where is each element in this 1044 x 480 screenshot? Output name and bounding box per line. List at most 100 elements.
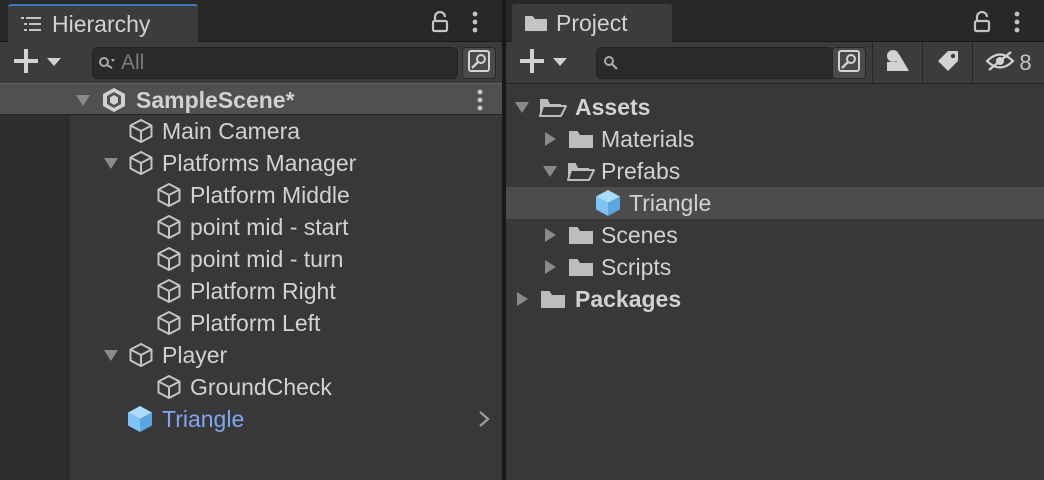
gameobject-cube-icon	[155, 309, 183, 337]
tree-label: Prefabs	[601, 158, 681, 184]
search-by-type-button[interactable]	[872, 42, 922, 84]
gameobject-cube-icon	[155, 181, 183, 209]
folder-open-icon	[567, 157, 595, 185]
expanded-arrow-icon[interactable]	[100, 339, 122, 371]
collapsed-arrow-icon[interactable]	[539, 123, 561, 155]
search-icon	[597, 48, 625, 78]
hierarchy-toolbar	[0, 42, 502, 84]
tag-icon	[936, 49, 960, 78]
project-search-input[interactable]	[625, 48, 833, 78]
hierarchy-item-point-mid-start[interactable]: point mid - start	[0, 211, 502, 243]
expanded-arrow-icon[interactable]	[511, 91, 533, 123]
create-dropdown-button[interactable]	[518, 48, 580, 78]
search-filter-icon	[93, 48, 121, 78]
item-label: Platform Middle	[190, 182, 350, 208]
project-folder-materials[interactable]: Materials	[506, 123, 1044, 155]
project-tab-bar: Project	[506, 0, 1044, 42]
hierarchy-row-scene[interactable]: SampleScene*	[0, 83, 502, 115]
folder-icon	[567, 221, 595, 249]
gameobject-cube-icon	[155, 373, 183, 401]
more-menu-icon[interactable]	[464, 10, 486, 34]
folder-icon	[539, 285, 567, 313]
item-label: GroundCheck	[190, 374, 332, 400]
hierarchy-item-groundcheck[interactable]: GroundCheck	[0, 371, 502, 403]
search-window-icon	[467, 49, 491, 78]
gameobject-cube-icon	[155, 245, 183, 273]
project-folder-prefabs[interactable]: Prefabs	[506, 155, 1044, 187]
hierarchy-item-triangle-prefab[interactable]: Triangle	[0, 403, 502, 435]
tab-project[interactable]: Project	[512, 4, 672, 42]
folder-open-icon	[539, 93, 567, 121]
search-in-scene-button[interactable]	[462, 47, 496, 79]
hierarchy-item-platform-middle[interactable]: Platform Middle	[0, 179, 502, 211]
hidden-packages-count: 8	[1019, 50, 1032, 75]
gameobject-cube-icon	[155, 277, 183, 305]
hierarchy-item-platforms-manager[interactable]: Platforms Manager	[0, 147, 502, 179]
tree-label: Packages	[575, 286, 682, 312]
hierarchy-item-point-mid-turn[interactable]: point mid - turn	[0, 243, 502, 275]
item-label: Platform Left	[190, 310, 321, 336]
scene-label: SampleScene*	[136, 87, 295, 113]
item-label: Platform Right	[190, 278, 336, 304]
more-menu-icon[interactable]	[1006, 10, 1028, 34]
project-folder-scenes[interactable]: Scenes	[506, 219, 1044, 251]
item-label: Platforms Manager	[162, 150, 357, 176]
collapsed-arrow-icon[interactable]	[539, 251, 561, 283]
project-search-field[interactable]	[596, 47, 834, 79]
lock-icon[interactable]	[971, 10, 993, 34]
tab-hierarchy[interactable]: Hierarchy	[8, 4, 198, 42]
project-folder-packages[interactable]: Packages	[506, 283, 1044, 315]
plus-icon	[12, 47, 40, 80]
hierarchy-panel: Hierarchy All SampleScene* Main Camera P…	[0, 0, 502, 480]
prefab-cube-icon	[126, 405, 154, 433]
item-label: point mid - start	[190, 214, 349, 240]
lock-icon[interactable]	[429, 10, 451, 34]
hierarchy-tab-bar: Hierarchy	[0, 0, 502, 42]
hierarchy-item-player[interactable]: Player	[0, 339, 502, 371]
project-asset-triangle[interactable]: Triangle	[506, 187, 1044, 219]
project-panel: Project 8 Assets Materials Prefabs Trian…	[506, 0, 1044, 480]
scene-menu-icon[interactable]	[468, 84, 492, 116]
unity-scene-icon	[100, 86, 128, 114]
item-label: Main Camera	[162, 118, 301, 144]
hierarchy-item-platform-left[interactable]: Platform Left	[0, 307, 502, 339]
tree-label: Scripts	[601, 254, 672, 280]
search-by-label-button[interactable]	[922, 42, 972, 84]
folder-icon	[567, 253, 595, 281]
tree-label: Materials	[601, 126, 695, 152]
item-label: point mid - turn	[190, 246, 344, 272]
folder-icon	[567, 125, 595, 153]
hierarchy-search-input[interactable]	[121, 48, 457, 78]
search-window-button[interactable]	[832, 47, 866, 79]
list-icon	[20, 14, 46, 34]
project-folder-scripts[interactable]: Scripts	[506, 251, 1044, 283]
hierarchy-search-field[interactable]	[92, 47, 458, 79]
hierarchy-item-main-camera[interactable]: Main Camera	[0, 115, 502, 147]
tree-label: Triangle	[629, 190, 712, 216]
search-window-icon	[837, 49, 861, 78]
folder-icon	[524, 13, 550, 33]
gameobject-cube-icon	[155, 213, 183, 241]
expanded-arrow-icon[interactable]	[72, 84, 94, 116]
eye-slash-icon	[985, 50, 1015, 77]
expanded-arrow-icon[interactable]	[539, 155, 561, 187]
project-folder-assets[interactable]: Assets	[506, 91, 1044, 123]
chevron-down-icon	[552, 54, 568, 72]
tree-label: Assets	[575, 94, 651, 120]
collapsed-arrow-icon[interactable]	[539, 219, 561, 251]
shapes-icon	[885, 49, 911, 78]
tab-label: Hierarchy	[52, 10, 151, 37]
hidden-packages-toggle[interactable]: 8	[972, 42, 1044, 84]
tree-label: Scenes	[601, 222, 678, 248]
chevron-down-icon	[46, 54, 62, 72]
gameobject-cube-icon	[127, 149, 155, 177]
gameobject-cube-icon	[127, 117, 155, 145]
collapsed-arrow-icon[interactable]	[511, 283, 533, 315]
item-label: Player	[162, 342, 228, 368]
create-dropdown-button[interactable]	[12, 48, 74, 78]
gameobject-cube-icon	[127, 341, 155, 369]
chevron-right-icon[interactable]	[472, 403, 496, 435]
hierarchy-item-platform-right[interactable]: Platform Right	[0, 275, 502, 307]
expanded-arrow-icon[interactable]	[100, 147, 122, 179]
prefab-cube-icon	[594, 189, 622, 217]
